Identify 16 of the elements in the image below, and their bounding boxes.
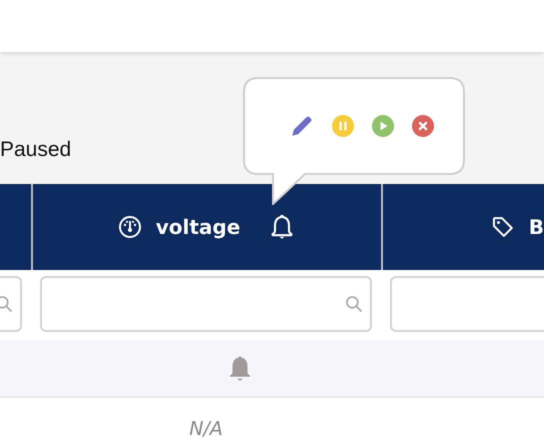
column-header[interactable]: B [528, 212, 544, 242]
search-icon [344, 294, 364, 314]
close-icon [411, 114, 435, 138]
gauge-icon [118, 215, 142, 239]
filter-field[interactable] [390, 276, 544, 332]
close-button[interactable] [411, 114, 435, 138]
play-button[interactable] [371, 114, 395, 138]
column-header[interactable]: voltage [156, 212, 240, 242]
pause-button[interactable] [331, 114, 355, 138]
status-text: Paused [0, 137, 72, 163]
table-cell: N/A [189, 418, 223, 440]
pause-icon [331, 114, 355, 138]
search-icon [0, 294, 14, 314]
tag-icon [491, 215, 515, 239]
play-icon [371, 114, 395, 138]
filter-field[interactable] [40, 276, 372, 332]
